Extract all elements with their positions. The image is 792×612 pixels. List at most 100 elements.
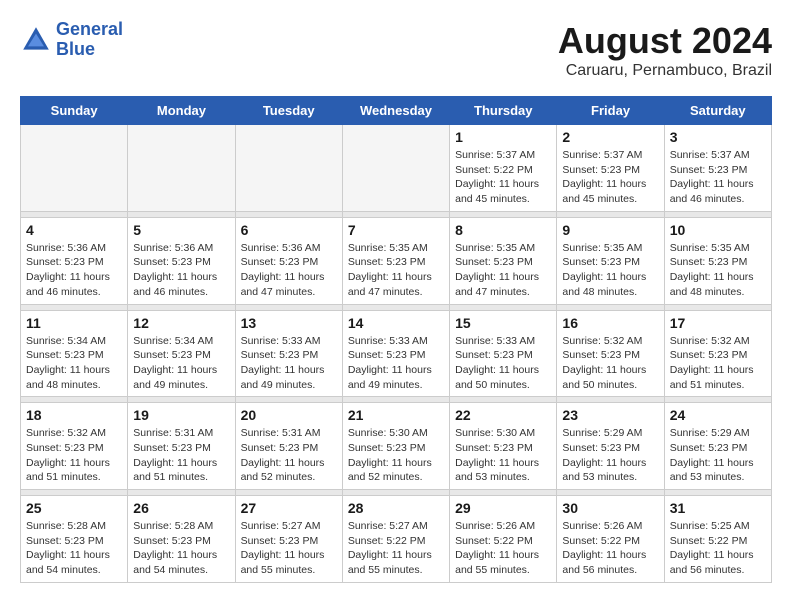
day-info: Sunrise: 5:31 AM Sunset: 5:23 PM Dayligh… [241,426,337,485]
day-info: Sunrise: 5:27 AM Sunset: 5:23 PM Dayligh… [241,519,337,578]
day-info: Sunrise: 5:31 AM Sunset: 5:23 PM Dayligh… [133,426,229,485]
day-info: Sunrise: 5:37 AM Sunset: 5:23 PM Dayligh… [562,148,658,207]
calendar-day: 15Sunrise: 5:33 AM Sunset: 5:23 PM Dayli… [450,310,557,397]
calendar-day: 16 Sunrise: 5:32 AM Sunset: 5:23 PM Dayli… [557,310,664,397]
day-number: 14 [348,315,444,331]
page-header: General Blue August 2024 Caruaru, Pernam… [20,20,772,80]
day-info: Sunrise: 5:34 AM Sunset: 5:23 PM Dayligh… [133,334,229,393]
day-header-thursday: Thursday [450,97,557,125]
day-number: 2 [562,129,658,145]
day-info: Sunrise: 5:30 AM Sunset: 5:23 PM Dayligh… [455,426,551,485]
day-number: 25 [26,500,122,516]
day-number: 20 [241,407,337,423]
calendar-day: 24 Sunrise: 5:29 AM Sunset: 5:23 PM Dayli… [664,403,771,490]
calendar-day: 27 Sunrise: 5:27 AM Sunset: 5:23 PM Dayli… [235,496,342,583]
day-number: 22 [455,407,551,423]
calendar-day: 23Sunrise: 5:29 AM Sunset: 5:23 PM Dayli… [557,403,664,490]
calendar-day: 5 Sunrise: 5:36 AM Sunset: 5:23 PM Daylig… [128,217,235,304]
day-number: 9 [562,222,658,238]
calendar-week-1: 1Sunrise: 5:37 AM Sunset: 5:22 PM Daylig… [21,125,772,212]
calendar-day: 29 Sunrise: 5:26 AM Sunset: 5:22 PM Dayli… [450,496,557,583]
calendar-day: 18 Sunrise: 5:32 AM Sunset: 5:23 PM Dayli… [21,403,128,490]
day-number: 24 [670,407,766,423]
calendar-day: 12 Sunrise: 5:34 AM Sunset: 5:23 PM Dayli… [128,310,235,397]
day-info: Sunrise: 5:35 AM Sunset: 5:23 PM Dayligh… [562,241,658,300]
day-info: Sunrise: 5:33 AM Sunset: 5:23 PM Dayligh… [241,334,337,393]
day-number: 18 [26,407,122,423]
calendar-day: 30 Sunrise: 5:26 AM Sunset: 5:22 PM Dayli… [557,496,664,583]
calendar-day: 8 Sunrise: 5:35 AM Sunset: 5:23 PM Daylig… [450,217,557,304]
calendar-day [342,125,449,212]
day-header-friday: Friday [557,97,664,125]
subtitle: Caruaru, Pernambuco, Brazil [558,62,772,80]
day-number: 16 [562,315,658,331]
calendar-day: 9 Sunrise: 5:35 AM Sunset: 5:23 PM Daylig… [557,217,664,304]
day-info: Sunrise: 5:32 AM Sunset: 5:23 PM Dayligh… [670,334,766,393]
day-info: Sunrise: 5:34 AM Sunset: 5:23 PM Dayligh… [26,334,122,393]
day-number: 6 [241,222,337,238]
calendar-day: 28Sunrise: 5:27 AM Sunset: 5:22 PM Dayli… [342,496,449,583]
calendar-day: 13 Sunrise: 5:33 AM Sunset: 5:23 PM Dayli… [235,310,342,397]
day-info: Sunrise: 5:35 AM Sunset: 5:23 PM Dayligh… [348,241,444,300]
logo-icon [20,24,52,56]
day-info: Sunrise: 5:32 AM Sunset: 5:23 PM Dayligh… [26,426,122,485]
day-info: Sunrise: 5:33 AM Sunset: 5:23 PM Dayligh… [348,334,444,393]
logo: General Blue [20,20,123,60]
calendar-day: 6Sunrise: 5:36 AM Sunset: 5:23 PM Daylig… [235,217,342,304]
day-number: 13 [241,315,337,331]
day-header-monday: Monday [128,97,235,125]
day-info: Sunrise: 5:30 AM Sunset: 5:23 PM Dayligh… [348,426,444,485]
calendar-day: 19 Sunrise: 5:31 AM Sunset: 5:23 PM Dayli… [128,403,235,490]
day-number: 12 [133,315,229,331]
calendar-day: 21 Sunrise: 5:30 AM Sunset: 5:23 PM Dayli… [342,403,449,490]
day-number: 21 [348,407,444,423]
calendar-day: 10Sunrise: 5:35 AM Sunset: 5:23 PM Dayli… [664,217,771,304]
day-info: Sunrise: 5:25 AM Sunset: 5:22 PM Dayligh… [670,519,766,578]
day-info: Sunrise: 5:36 AM Sunset: 5:23 PM Dayligh… [26,241,122,300]
day-info: Sunrise: 5:36 AM Sunset: 5:23 PM Dayligh… [133,241,229,300]
calendar-day: 14 Sunrise: 5:33 AM Sunset: 5:23 PM Dayli… [342,310,449,397]
logo-text: General Blue [56,20,123,60]
title-block: August 2024 Caruaru, Pernambuco, Brazil [558,20,772,80]
calendar-day: 2 Sunrise: 5:37 AM Sunset: 5:23 PM Daylig… [557,125,664,212]
calendar-day: 17Sunrise: 5:32 AM Sunset: 5:23 PM Dayli… [664,310,771,397]
day-info: Sunrise: 5:35 AM Sunset: 5:23 PM Dayligh… [455,241,551,300]
calendar-day: 22 Sunrise: 5:30 AM Sunset: 5:23 PM Dayli… [450,403,557,490]
calendar-day [128,125,235,212]
calendar-table: SundayMondayTuesdayWednesdayThursdayFrid… [20,96,772,583]
day-number: 23 [562,407,658,423]
calendar-day [235,125,342,212]
day-number: 8 [455,222,551,238]
day-number: 3 [670,129,766,145]
day-header-wednesday: Wednesday [342,97,449,125]
day-number: 7 [348,222,444,238]
day-header-tuesday: Tuesday [235,97,342,125]
day-info: Sunrise: 5:37 AM Sunset: 5:22 PM Dayligh… [455,148,551,207]
calendar-week-4: 18 Sunrise: 5:32 AM Sunset: 5:23 PM Dayli… [21,403,772,490]
calendar-week-3: 11Sunrise: 5:34 AM Sunset: 5:23 PM Dayli… [21,310,772,397]
calendar-header-row: SundayMondayTuesdayWednesdayThursdayFrid… [21,97,772,125]
calendar-day: 25 Sunrise: 5:28 AM Sunset: 5:23 PM Dayli… [21,496,128,583]
calendar-day: 26 Sunrise: 5:28 AM Sunset: 5:23 PM Dayli… [128,496,235,583]
day-number: 26 [133,500,229,516]
calendar-day [21,125,128,212]
day-info: Sunrise: 5:29 AM Sunset: 5:23 PM Dayligh… [670,426,766,485]
day-info: Sunrise: 5:27 AM Sunset: 5:22 PM Dayligh… [348,519,444,578]
day-number: 27 [241,500,337,516]
day-info: Sunrise: 5:26 AM Sunset: 5:22 PM Dayligh… [562,519,658,578]
day-info: Sunrise: 5:33 AM Sunset: 5:23 PM Dayligh… [455,334,551,393]
calendar-week-5: 25 Sunrise: 5:28 AM Sunset: 5:23 PM Dayli… [21,496,772,583]
day-number: 30 [562,500,658,516]
calendar-week-2: 4 Sunrise: 5:36 AM Sunset: 5:23 PM Daylig… [21,217,772,304]
day-number: 19 [133,407,229,423]
calendar-day: 1Sunrise: 5:37 AM Sunset: 5:22 PM Daylig… [450,125,557,212]
day-info: Sunrise: 5:28 AM Sunset: 5:23 PM Dayligh… [133,519,229,578]
calendar-day: 4 Sunrise: 5:36 AM Sunset: 5:23 PM Daylig… [21,217,128,304]
calendar-day: 11Sunrise: 5:34 AM Sunset: 5:23 PM Dayli… [21,310,128,397]
day-info: Sunrise: 5:26 AM Sunset: 5:22 PM Dayligh… [455,519,551,578]
day-number: 5 [133,222,229,238]
day-info: Sunrise: 5:32 AM Sunset: 5:23 PM Dayligh… [562,334,658,393]
day-number: 4 [26,222,122,238]
day-number: 29 [455,500,551,516]
day-info: Sunrise: 5:28 AM Sunset: 5:23 PM Dayligh… [26,519,122,578]
